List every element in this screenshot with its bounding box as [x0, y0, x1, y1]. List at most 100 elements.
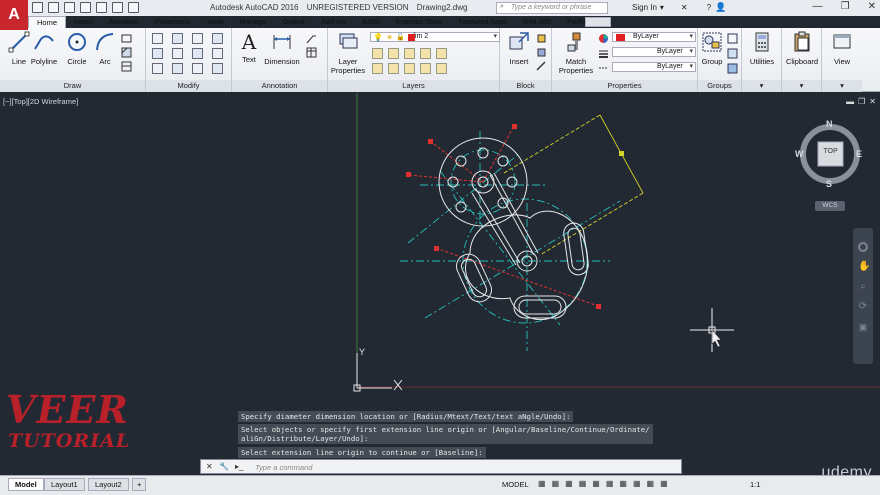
steering-wheel-icon[interactable]: [858, 242, 868, 252]
arc-button[interactable]: Arc: [88, 31, 122, 66]
layers-panel-title[interactable]: Layers: [328, 80, 499, 92]
open-file-icon[interactable]: [48, 2, 59, 13]
add-layout-button[interactable]: +: [132, 478, 147, 491]
draw-panel-title[interactable]: Draw: [0, 80, 145, 92]
block-panel-title[interactable]: Block: [500, 80, 551, 92]
snap-icon[interactable]: ▦: [552, 479, 560, 488]
groups-panel-title[interactable]: Groups: [698, 80, 741, 92]
layer-freeze-icon[interactable]: [404, 48, 415, 59]
application-menu-button[interactable]: A: [0, 0, 28, 30]
compass-west[interactable]: W: [795, 149, 804, 159]
move-icon[interactable]: [152, 33, 163, 44]
table-icon[interactable]: [121, 61, 132, 72]
annotation-panel-title[interactable]: Annotation: [232, 80, 327, 92]
polar-icon[interactable]: ▦: [579, 479, 587, 488]
stretch-icon[interactable]: [192, 63, 203, 74]
compass-east[interactable]: E: [856, 149, 862, 159]
grid-icon[interactable]: ▦: [538, 479, 546, 488]
save-as-icon[interactable]: [80, 2, 91, 13]
command-input[interactable]: Type a command: [255, 463, 312, 472]
ungroup-icon[interactable]: [727, 33, 738, 44]
lineweight-dropdown[interactable]: ByLayer: [612, 47, 696, 57]
layer-states-icon[interactable]: [436, 63, 447, 74]
tab-model[interactable]: Model: [8, 478, 44, 491]
layer-isolate-icon[interactable]: [388, 48, 399, 59]
group-button[interactable]: Group: [698, 31, 726, 66]
tab-annotate[interactable]: Annotate: [101, 16, 147, 28]
group-edit-icon[interactable]: [727, 48, 738, 59]
tab-output[interactable]: Output: [274, 16, 313, 28]
erase-icon[interactable]: [172, 33, 183, 44]
annotation-scale[interactable]: 1:1: [750, 480, 760, 489]
help-icon[interactable]: ?: [707, 3, 711, 12]
match-properties-button[interactable]: Match Properties: [556, 31, 596, 75]
print-icon[interactable]: [96, 2, 107, 13]
rectangle-icon[interactable]: [121, 33, 132, 44]
transparency-icon[interactable]: ▦: [647, 479, 655, 488]
showmotion-icon[interactable]: ▣: [858, 322, 868, 332]
view-button[interactable]: View: [824, 31, 860, 66]
tab-featured-apps[interactable]: Featured Apps: [450, 16, 515, 28]
text-button[interactable]: A Text: [232, 31, 266, 64]
properties-panel-title[interactable]: Properties: [552, 80, 697, 92]
rotate-icon[interactable]: [152, 48, 163, 59]
explode-icon[interactable]: [192, 48, 203, 59]
tab-parametric[interactable]: Parametric: [147, 16, 199, 28]
layer-walk-icon[interactable]: [404, 63, 415, 74]
tab-a360[interactable]: A360: [354, 16, 388, 28]
insert-block-button[interactable]: Insert: [502, 31, 536, 66]
tab-layout2[interactable]: Layout2: [88, 478, 129, 491]
ortho-icon[interactable]: ▦: [565, 479, 573, 488]
fillet-icon[interactable]: [192, 33, 203, 44]
orbit-icon[interactable]: ⟳: [858, 302, 868, 312]
group-select-icon[interactable]: [727, 63, 738, 74]
tab-bim-360[interactable]: BIM 360: [515, 16, 559, 28]
layer-unisolate-icon[interactable]: [388, 63, 399, 74]
ribbon-minimize-toggle[interactable]: [585, 17, 611, 27]
restore-icon[interactable]: ❐: [841, 1, 850, 12]
minimize-icon[interactable]: —: [813, 1, 823, 12]
exchange-icon[interactable]: ✕: [681, 3, 688, 12]
layer-lock-icon[interactable]: [420, 48, 431, 59]
dimension-button[interactable]: Dimension: [262, 31, 302, 66]
signin-button[interactable]: Sign In ▾ ✕ ?: [632, 3, 711, 12]
model-space-button[interactable]: MODEL: [502, 480, 529, 489]
command-line[interactable]: ✕ 🔧 ▸_ Type a command: [200, 459, 682, 474]
match-layer-icon[interactable]: [436, 48, 447, 59]
make-current-icon[interactable]: [372, 63, 383, 74]
compass-north[interactable]: N: [826, 119, 833, 129]
utilities-panel-title[interactable]: ▾: [742, 80, 781, 92]
polyline-button[interactable]: Polyline: [26, 31, 62, 66]
tab-add-ins[interactable]: Add-ins: [313, 16, 354, 28]
tab-home[interactable]: Home: [28, 16, 67, 28]
zoom-icon[interactable]: ⌕: [858, 282, 868, 292]
pan-icon[interactable]: ✋: [858, 262, 870, 272]
copy-objects-layer-icon[interactable]: [420, 63, 431, 74]
tab-view[interactable]: View: [199, 16, 231, 28]
isodraft-icon[interactable]: ▦: [592, 479, 600, 488]
edit-attributes-icon[interactable]: [536, 61, 547, 72]
customize-command-icon[interactable]: 🔧: [219, 462, 229, 471]
close-icon[interactable]: ✕: [868, 1, 876, 12]
mirror-icon[interactable]: [172, 63, 183, 74]
search-input[interactable]: Type a keyword or phrase: [496, 2, 608, 14]
trim-icon[interactable]: [152, 63, 163, 74]
layer-properties-button[interactable]: Layer Properties: [330, 31, 366, 75]
table-annot-icon[interactable]: [306, 47, 317, 58]
layer-off-icon[interactable]: [372, 48, 383, 59]
compass-south[interactable]: S: [826, 179, 832, 189]
scale-icon[interactable]: [212, 33, 223, 44]
tab-express-tools[interactable]: Express Tools: [388, 16, 451, 28]
copy-icon[interactable]: [172, 48, 183, 59]
create-block-icon[interactable]: [536, 33, 547, 44]
clipboard-button[interactable]: Clipboard: [784, 31, 820, 66]
redo-icon[interactable]: [128, 2, 139, 13]
selection-cycle-icon[interactable]: ▦: [660, 479, 668, 488]
osnap-icon[interactable]: ▦: [619, 479, 627, 488]
close-command-icon[interactable]: ✕: [206, 462, 213, 471]
lineweight-toggle-icon[interactable]: ▦: [633, 479, 641, 488]
array-icon[interactable]: [212, 48, 223, 59]
tab-manage[interactable]: Manage: [231, 16, 274, 28]
offset-icon[interactable]: [212, 63, 223, 74]
new-file-icon[interactable]: [32, 2, 43, 13]
